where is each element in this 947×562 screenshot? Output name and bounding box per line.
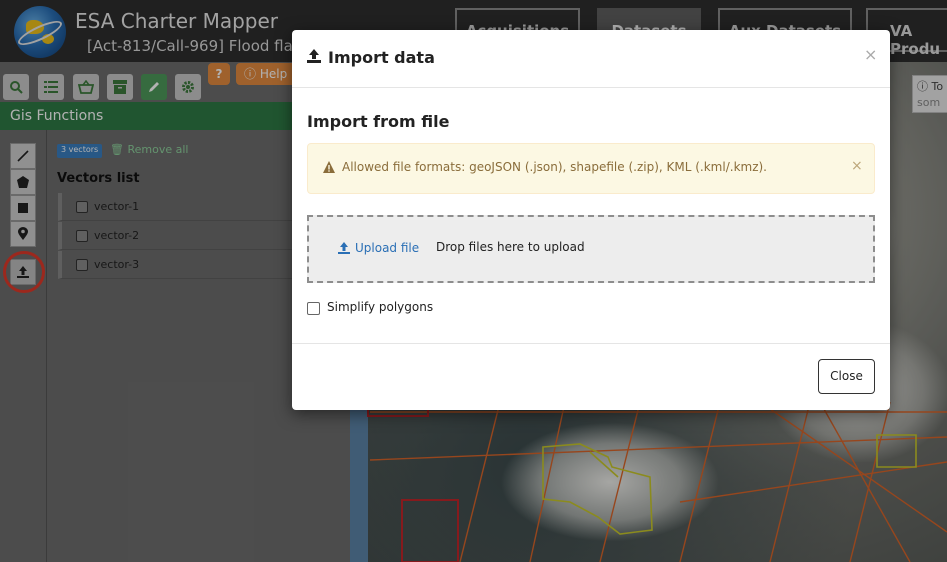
dialog-footer-divider (292, 343, 890, 344)
simplify-polygons-checkbox[interactable] (307, 302, 320, 315)
section-title: Import from file (307, 112, 450, 131)
upload-icon (337, 241, 351, 258)
alert-close-icon[interactable]: × (851, 158, 863, 174)
alert-text: Allowed file formats: geoJSON (.json), s… (342, 160, 767, 174)
close-icon[interactable]: × (864, 45, 877, 64)
simplify-polygons-label[interactable]: Simplify polygons (327, 300, 433, 314)
import-data-dialog: Import data × Import from file Allowed f… (292, 30, 890, 410)
dialog-title: Import data (328, 48, 435, 67)
dialog-header: Import data × (292, 30, 890, 88)
close-button[interactable]: Close (818, 359, 875, 394)
warning-icon (322, 160, 336, 174)
file-formats-alert: Allowed file formats: geoJSON (.json), s… (307, 143, 875, 194)
drop-hint: Drop files here to upload (436, 240, 585, 254)
file-drop-zone[interactable]: Upload file Drop files here to upload (307, 215, 875, 283)
upload-file-button[interactable]: Upload file (355, 241, 419, 255)
upload-icon (306, 48, 322, 67)
